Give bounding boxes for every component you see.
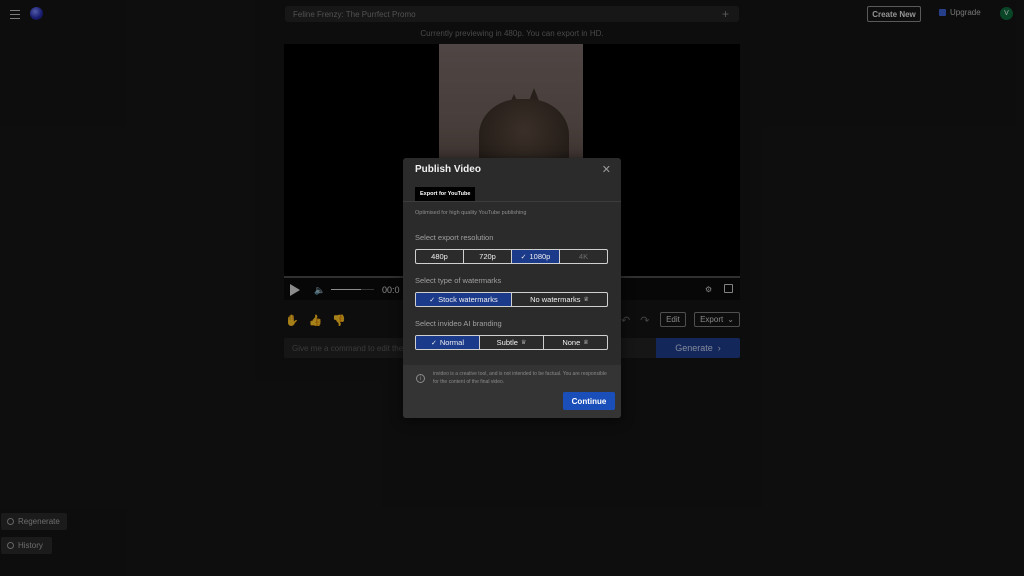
watermark-selector: ✓ Stock watermarks No watermarks ♕ xyxy=(415,292,608,307)
divider xyxy=(403,201,621,202)
resolution-720p[interactable]: 720p xyxy=(464,250,512,263)
resolution-label: Select export resolution xyxy=(415,233,494,242)
option-label: 1080p xyxy=(529,252,551,261)
branding-normal[interactable]: ✓ Normal xyxy=(416,336,480,349)
crown-icon: ♕ xyxy=(583,297,589,303)
publish-video-modal: Publish Video ✕ Export for YouTube Optim… xyxy=(403,158,621,418)
option-label: None xyxy=(562,338,581,347)
option-label: Stock watermarks xyxy=(438,295,498,304)
branding-none[interactable]: None ♕ xyxy=(544,336,607,349)
crown-icon: ♕ xyxy=(520,340,527,346)
continue-button[interactable]: Continue xyxy=(563,392,615,410)
close-icon[interactable]: ✕ xyxy=(602,163,611,176)
check-icon: ✓ xyxy=(429,296,436,304)
option-label: 480p xyxy=(431,252,448,261)
option-label: Subtle xyxy=(496,338,518,347)
option-label: 4K xyxy=(578,252,589,261)
info-icon: i xyxy=(416,374,425,383)
modal-subtitle: Optimised for high quality YouTube publi… xyxy=(415,210,527,216)
check-icon: ✓ xyxy=(520,253,527,261)
modal-title: Publish Video xyxy=(415,164,481,175)
crown-icon: ♕ xyxy=(583,340,589,346)
tab-export-youtube[interactable]: Export for YouTube xyxy=(415,187,476,201)
watermark-stock[interactable]: ✓ Stock watermarks xyxy=(416,293,512,306)
option-label: No watermarks xyxy=(530,295,581,304)
branding-label: Select invideo AI branding xyxy=(415,319,502,328)
branding-selector: ✓ Normal Subtle ♕ None ♕ xyxy=(415,335,608,350)
resolution-1080p[interactable]: ✓ 1080p xyxy=(512,250,560,263)
watermark-label: Select type of watermarks xyxy=(415,276,502,285)
watermark-none[interactable]: No watermarks ♕ xyxy=(512,293,607,306)
option-label: 720p xyxy=(479,252,496,261)
resolution-4k[interactable]: 4K xyxy=(560,250,607,263)
disclaimer-text: invideo is a creative tool, and is not i… xyxy=(433,371,607,385)
resolution-selector: 480p 720p ✓ 1080p 4K xyxy=(415,249,608,264)
option-label: Normal xyxy=(439,338,465,347)
branding-subtle[interactable]: Subtle ♕ xyxy=(480,336,544,349)
resolution-480p[interactable]: 480p xyxy=(416,250,464,263)
check-icon: ✓ xyxy=(430,339,437,347)
